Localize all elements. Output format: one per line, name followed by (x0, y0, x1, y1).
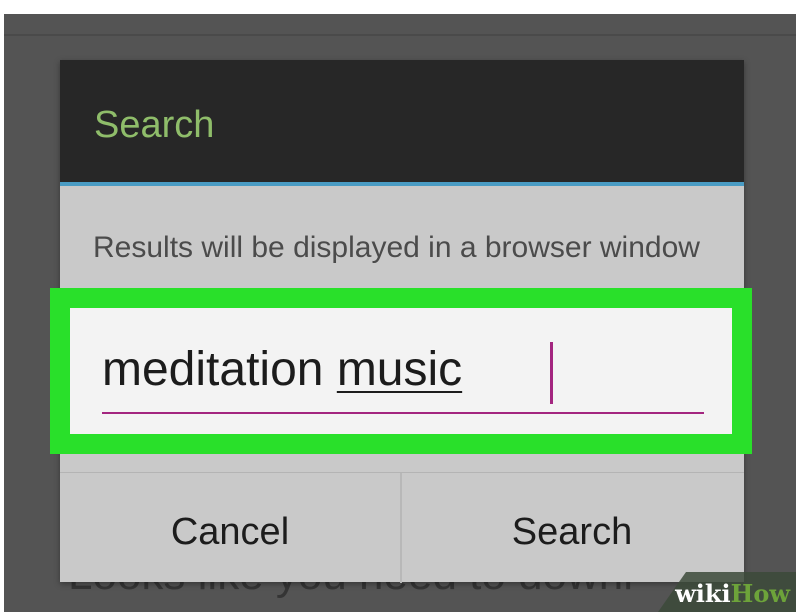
dialog-title: Search (94, 104, 215, 146)
search-input[interactable]: meditation music (70, 308, 732, 434)
top-divider (4, 34, 796, 36)
search-input-value: meditation music (102, 342, 462, 397)
input-word-2: music (336, 343, 463, 396)
watermark-text: wikiHow (675, 579, 790, 608)
cancel-button[interactable]: Cancel (60, 473, 402, 583)
dialog-button-bar: Cancel Search (60, 472, 744, 583)
input-underline (102, 412, 704, 414)
input-word-1: meditation (102, 343, 324, 396)
highlight-frame: meditation music (50, 288, 752, 454)
search-button[interactable]: Search (402, 473, 742, 583)
watermark-wiki: wiki (675, 579, 731, 608)
header-divider (60, 182, 744, 186)
watermark-how: How (730, 579, 790, 608)
wikihow-watermark: wikiHow (658, 572, 796, 612)
text-caret (550, 342, 553, 404)
dialog-header: Search (60, 60, 744, 182)
dialog-message: Results will be displayed in a browser w… (93, 231, 700, 264)
